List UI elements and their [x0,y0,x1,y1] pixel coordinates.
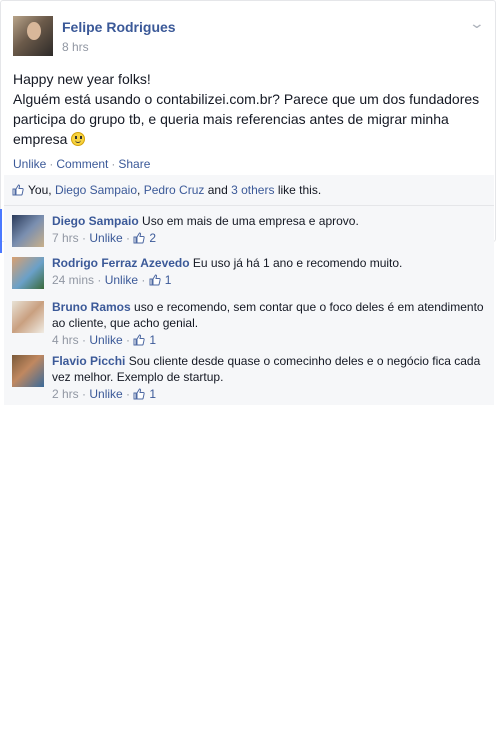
author-avatar[interactable] [13,16,53,56]
comment-link[interactable]: Comment [56,157,108,171]
comment-item: Flavio Picchi Sou cliente desde quase o … [12,353,490,402]
comment-text: Eu uso já há 1 ano e recomendo muito. [192,256,403,270]
comment-like-count[interactable]: 2 [149,231,156,245]
comment-unlike-link[interactable]: Unlike [105,273,138,287]
comment-meta: 7 hrs · Unlike · 2 [52,231,157,245]
comment-like-count[interactable]: 1 [149,387,156,401]
comment-item: Diego Sampaio Uso em mais de uma empresa… [12,213,490,247]
thumbs-up-icon [149,274,161,286]
likers-others-link[interactable]: 3 others [231,183,274,197]
thumbs-up-icon [133,334,146,346]
likes-summary: You, Diego Sampaio, Pedro Cruz and 3 oth… [12,183,321,197]
post-text-line1: Happy new year folks! [13,71,151,87]
thumbs-up-icon [12,184,24,196]
comment-time[interactable]: 4 hrs [52,333,79,347]
commenter-name[interactable]: Bruno Ramos [52,300,131,314]
comment-like-count[interactable]: 1 [165,273,172,287]
post-text-line2: Alguém está usando o contabilizei.com.br… [13,91,480,147]
comment-like-count[interactable]: 1 [149,333,156,347]
thumbs-up-icon [133,388,146,400]
comment-meta: 4 hrs · Unlike · 1 [52,333,157,347]
divider [4,205,494,206]
thumbs-up-icon [133,232,146,244]
post-body: Happy new year folks! Alguém está usando… [1,61,495,149]
commenter-avatar[interactable] [12,355,44,387]
chevron-down-icon[interactable]: ⌄ [469,15,485,32]
commenter-name[interactable]: Flavio Picchi [52,354,125,368]
smiley-emoji-icon [71,132,86,146]
comment-unlike-link[interactable]: Unlike [89,231,122,245]
comment-unlike-link[interactable]: Unlike [89,387,122,401]
comment-item: Rodrigo Ferraz Azevedo Eu uso já há 1 an… [12,255,490,289]
commenter-name[interactable]: Diego Sampaio [52,214,139,228]
comment-meta: 24 mins · Unlike · 1 [52,273,172,287]
share-link[interactable]: Share [118,157,150,171]
commenter-avatar[interactable] [12,257,44,289]
comment-time[interactable]: 24 mins [52,273,94,287]
comments-section: You, Diego Sampaio, Pedro Cruz and 3 oth… [0,175,494,405]
post-header: Felipe Rodrigues 8 hrs ⌄ [1,1,495,61]
comment-time[interactable]: 2 hrs [52,387,79,401]
comment-text: Uso em mais de uma empresa e aprovo. [142,214,359,228]
commenter-avatar[interactable] [12,301,44,333]
comment-meta: 2 hrs · Unlike · 1 [52,387,157,401]
comment-time[interactable]: 7 hrs [52,231,79,245]
comment-item: Bruno Ramos uso e recomendo, sem contar … [12,299,490,348]
liker-diego-sampaio[interactable]: Diego Sampaio [55,183,137,197]
commenter-name[interactable]: Rodrigo Ferraz Azevedo [52,256,190,270]
liker-pedro-cruz[interactable]: Pedro Cruz [144,183,205,197]
unlike-link[interactable]: Unlike [13,157,46,171]
new-comment-indicator [0,209,2,253]
commenter-avatar[interactable] [12,215,44,247]
author-name[interactable]: Felipe Rodrigues [62,19,176,35]
comment-unlike-link[interactable]: Unlike [89,333,122,347]
post-timestamp[interactable]: 8 hrs [62,40,89,54]
